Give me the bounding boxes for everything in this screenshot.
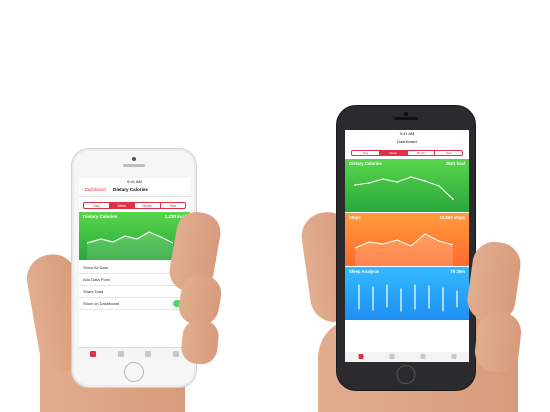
earpiece-speaker xyxy=(123,164,145,167)
back-button[interactable]: ‹ Dashboard xyxy=(82,187,106,192)
dashboard-icon xyxy=(358,354,363,359)
home-button[interactable] xyxy=(124,362,144,382)
home-button[interactable] xyxy=(396,365,416,384)
segment-year[interactable]: Year xyxy=(161,203,186,208)
status-bar: 9:41 AM xyxy=(79,178,190,185)
tab-dashboard[interactable] xyxy=(345,352,376,362)
calories-trend-chart xyxy=(354,176,454,200)
segment-year[interactable]: Year xyxy=(435,151,462,155)
sources-icon xyxy=(145,351,152,357)
page-title: Dashboard xyxy=(397,139,417,144)
dietary-calories-card[interactable]: Dietary Calories 2621 kcal xyxy=(345,159,469,212)
card-title: Dietary Calories xyxy=(83,214,118,219)
back-label: Dashboard xyxy=(84,187,106,192)
segment-day[interactable]: Day xyxy=(352,151,380,155)
show-on-dashboard-row: Show on Dashboard xyxy=(79,298,190,310)
tab-bar xyxy=(79,347,190,359)
card-value: 2621 kcal xyxy=(445,161,465,166)
status-bar: 9:41 AM xyxy=(345,130,469,137)
segment-week[interactable]: Week xyxy=(109,203,135,208)
tab-health-data[interactable] xyxy=(107,348,135,359)
front-camera xyxy=(132,157,136,161)
segment-day[interactable]: Day xyxy=(84,203,110,208)
status-time: 9:41 AM xyxy=(127,179,142,184)
card-title: Sleep Analysis xyxy=(349,269,380,274)
tab-medical-id[interactable] xyxy=(438,352,469,362)
health-data-icon xyxy=(117,351,124,357)
page-title: Dietary Calories xyxy=(113,187,148,192)
earpiece-speaker xyxy=(394,117,418,120)
tab-bar xyxy=(345,352,469,362)
tab-dashboard[interactable] xyxy=(79,348,107,359)
sources-icon xyxy=(420,354,425,359)
medical-id-icon xyxy=(173,351,180,357)
navigation-bar: ‹ Dashboard Dietary Calories xyxy=(79,185,190,197)
period-segmented-control: Day Week Month Year xyxy=(351,150,463,156)
health-data-icon xyxy=(389,354,394,359)
segment-month[interactable]: Month xyxy=(408,151,436,155)
big-phone: 9:41 AM Dashboard Day Week Month Year Di… xyxy=(336,105,476,391)
show-on-dashboard-label: Show on Dashboard xyxy=(83,301,120,306)
dashboard-icon xyxy=(89,351,96,357)
steps-card[interactable]: Steps 12,860 steps xyxy=(345,213,469,266)
share-data-label: Share Data xyxy=(83,289,104,294)
card-title: Steps xyxy=(349,215,361,220)
segment-week[interactable]: Week xyxy=(379,151,408,155)
add-data-point-label: Add Data Point xyxy=(83,277,110,282)
segment-month[interactable]: Month xyxy=(135,203,161,208)
tab-sources[interactable] xyxy=(135,348,163,359)
card-value: 7h 29m xyxy=(450,269,465,274)
tab-sources[interactable] xyxy=(407,352,438,362)
show-all-data-label: Show All Data xyxy=(83,265,108,270)
sleep-analysis-card[interactable]: Sleep Analysis 7h 29m xyxy=(345,267,469,320)
period-segmented-control: Day Week Month Year xyxy=(83,202,186,209)
steps-trend-chart xyxy=(354,233,454,266)
status-time: 9:41 AM xyxy=(399,131,415,136)
left-hand-finger xyxy=(179,318,221,366)
front-camera xyxy=(404,112,408,116)
tab-health-data[interactable] xyxy=(376,352,407,362)
card-value: 12,860 steps xyxy=(439,215,465,220)
sleep-bars-chart xyxy=(358,284,458,312)
product-scene: 9:41 AM ‹ Dashboard Dietary Calories Day… xyxy=(0,0,550,412)
card-title: Dietary Calories xyxy=(349,161,382,166)
medical-id-icon xyxy=(451,354,456,359)
big-phone-screen: 9:41 AM Dashboard Day Week Month Year Di… xyxy=(345,130,469,362)
share-data-row[interactable]: Share Data xyxy=(79,286,190,298)
